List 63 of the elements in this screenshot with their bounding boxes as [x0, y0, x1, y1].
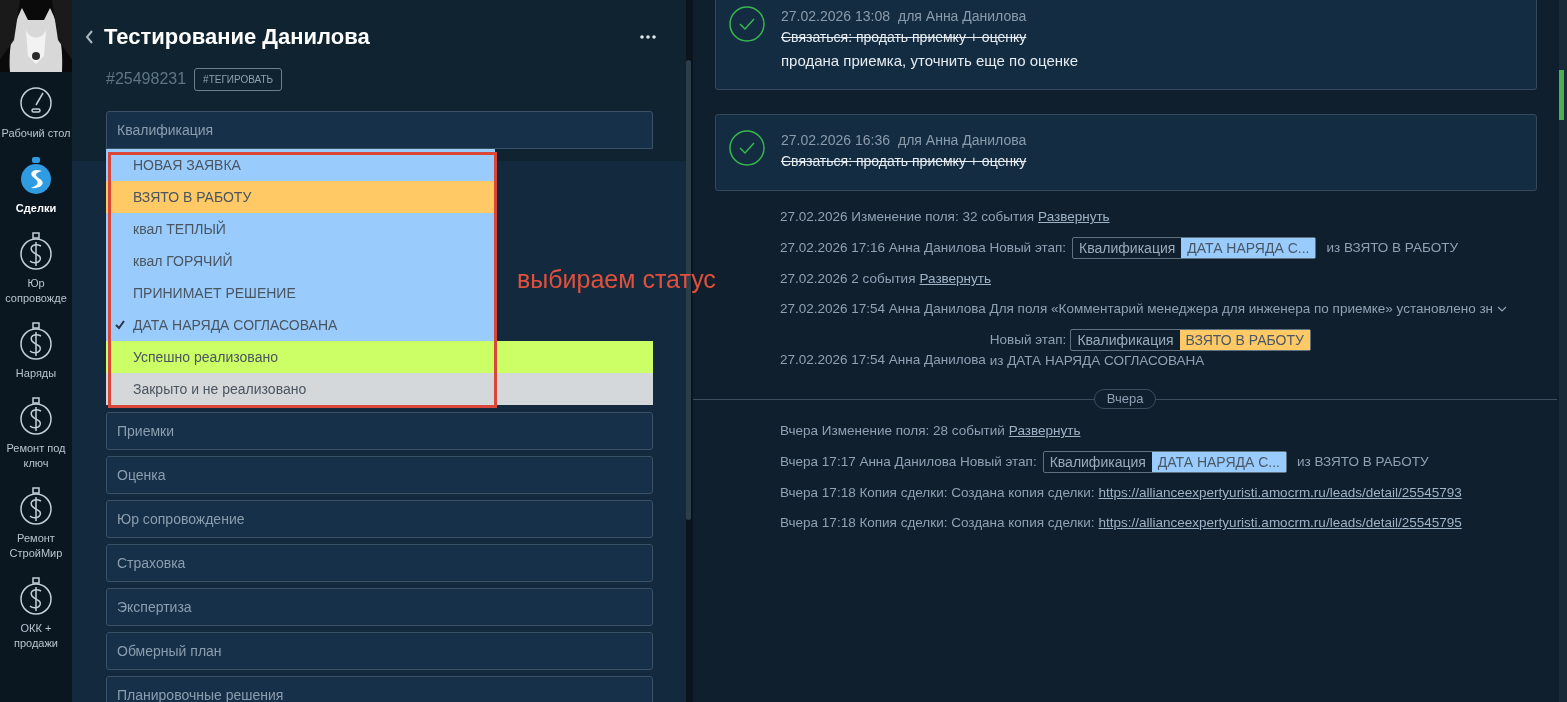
event-text: 27.02.2026 Изменение поля: 32 события	[780, 208, 1035, 226]
expand-link[interactable]: Развернуть	[1008, 421, 1081, 441]
task-assignee: для Анна Данилова	[898, 7, 1027, 26]
pipeline-option[interactable]: Планировочные решения	[106, 676, 653, 702]
status-tag: ДАТА НАРЯДА С...	[1181, 238, 1316, 258]
status-tag: ВЗЯТО В РАБОТУ	[1179, 330, 1310, 350]
chevron-down-icon[interactable]	[1497, 306, 1508, 312]
status-option[interactable]: квал ГОРЯЧИЙ	[106, 245, 495, 277]
sidebar-item[interactable]: Рабочий стол	[0, 72, 72, 143]
event-text: 27.02.2026 17:16 Анна Данилова Новый этап:	[780, 239, 1067, 257]
pipeline-name: Квалификация	[1048, 453, 1147, 472]
task-text: Связаться: продать приемку + оценку	[781, 152, 1027, 171]
pipeline-name: Квалификация	[1078, 239, 1177, 258]
status-option[interactable]: квал ТЕПЛЫЙ	[106, 213, 495, 245]
deal-link[interactable]: https://allianceexpertyuristi.amocrm.ru/leads/detail/25545795	[1098, 513, 1462, 533]
sidebar-item[interactable]: Юр сопровожде	[0, 218, 72, 308]
sidebar-item[interactable]: Ремонт под ключ	[0, 383, 72, 473]
date-separator: Вчера	[1093, 389, 1157, 409]
status-option[interactable]: Закрыто и не реализовано	[106, 373, 653, 405]
sidebar-item[interactable]: ОКК + продажи	[0, 563, 72, 653]
sidebar-item[interactable]: Наряды	[0, 308, 72, 383]
pipeline-option[interactable]: Юр сопровождение	[106, 500, 653, 538]
more-icon[interactable]	[640, 34, 656, 39]
task-date: 27.02.2026 16:36	[781, 131, 890, 150]
deal-title: Тестирование Данилова	[104, 23, 370, 51]
scroll-position-marker	[1559, 70, 1564, 120]
status-option[interactable]: ПРИНИМАЕТ РЕШЕНИЕ	[106, 277, 495, 309]
pipeline-option[interactable]: Приемки	[106, 412, 653, 450]
pipeline-name: Квалификация	[1076, 331, 1175, 350]
expand-link[interactable]: Развернуть	[1038, 207, 1110, 227]
status-tag: ДАТА НАРЯДА С...	[1151, 452, 1286, 472]
deal-link[interactable]: https://allianceexpertyuristi.amocrm.ru/leads/detail/25545793	[1098, 483, 1462, 503]
pipeline-option[interactable]: Страховка	[106, 544, 653, 582]
sidebar-item[interactable]: Ремонт СтройМир	[0, 473, 72, 563]
status-option[interactable]: ВЗЯТО В РАБОТУ	[106, 181, 495, 213]
pipeline-select[interactable]: Квалификация	[106, 111, 653, 149]
event-text: Вчера 17:17 Анна Данилова Новый этап:	[780, 453, 1037, 471]
task-text: Связаться: продать приемку + оценку	[781, 28, 1028, 47]
deal-id: #25498231	[106, 69, 187, 89]
pipeline-option[interactable]: Экспертиза	[106, 588, 653, 626]
event-text: 27.02.2026 17:54 Анна Данилова	[780, 351, 986, 369]
status-option[interactable]: ДАТА НАРЯДА СОГЛАСОВАНА	[106, 309, 495, 341]
event-text: из ДАТА НАРЯДА СОГЛАСОВАНА	[989, 352, 1206, 370]
status-option[interactable]: Успешно реализовано	[106, 341, 653, 373]
event-text: из ВЗЯТО В РАБОТУ	[1297, 453, 1429, 471]
status-option[interactable]: НОВАЯ ЗАЯВКА	[106, 149, 495, 181]
event-text: 27.02.2026 2 события	[780, 270, 916, 288]
expand-link[interactable]: Развернуть	[919, 269, 992, 289]
pipeline-option[interactable]: Оценка	[106, 456, 653, 494]
event-text: Вчера 17:18 Копия сделки: Создана копия сделки:	[780, 514, 1095, 532]
event-text: Вчера Изменение поля: 28 событий	[780, 422, 1005, 440]
tag-button[interactable]: #ТЕГИРОВАТЬ	[194, 67, 283, 91]
back-icon[interactable]	[84, 28, 94, 45]
task-date: 27.02.2026 13:08	[781, 7, 890, 26]
annotation-text: выбираем статус	[517, 264, 716, 295]
task-result: продана приемка, уточнить еще по оценке	[781, 51, 1079, 71]
event-text: Новый этап:	[989, 331, 1067, 349]
pipeline-option[interactable]: Обмерный план	[106, 632, 653, 670]
gauge-icon	[19, 86, 53, 120]
event-text: Вчера 17:18 Копия сделки: Создана копия сделки:	[780, 484, 1095, 502]
event-text: 27.02.2026 17:54 Анна Данилова Для поля «Комментарий менеджера для инженера по приемке» установлено зн	[780, 300, 1494, 318]
task-assignee: для Анна Данилова	[898, 131, 1027, 150]
event-text: из ВЗЯТО В РАБОТУ	[1326, 239, 1458, 257]
